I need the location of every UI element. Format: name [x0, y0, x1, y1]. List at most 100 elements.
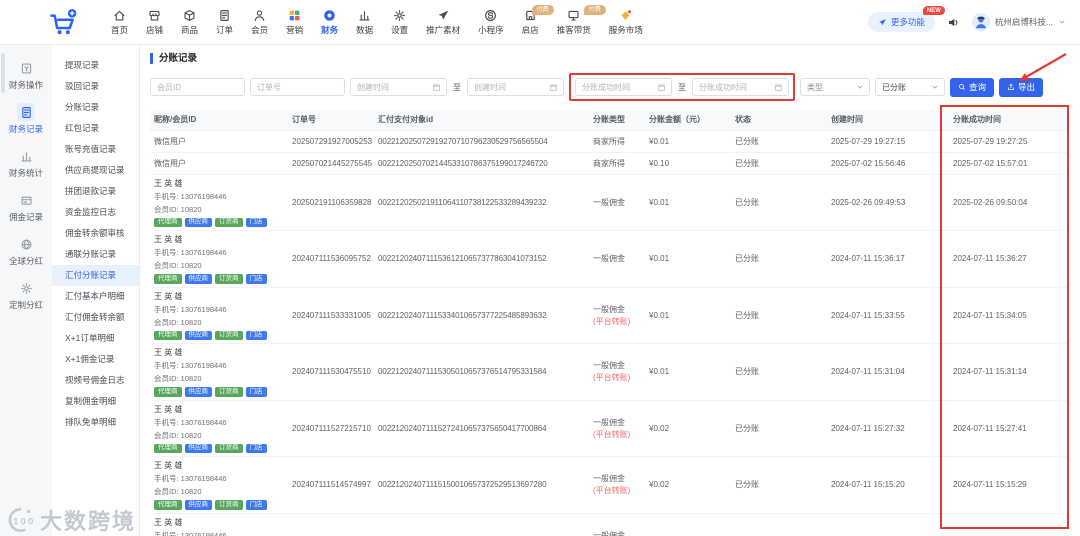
market-icon [619, 9, 632, 22]
member-info: 王 英 雄 手机号: 13076198446 会员ID: 10820 代理商供应… [154, 404, 284, 453]
member-badges: 代理商 供应商 订货商 门店 [154, 330, 284, 340]
member-role-badge: 代理商 [154, 330, 182, 340]
status-select[interactable]: 已分账 [875, 78, 945, 96]
more-features-button[interactable]: 更多功能 NEW [867, 6, 945, 32]
submenu-item[interactable]: 通联分账记录 [52, 244, 139, 265]
order-no-cell: 202407111530475510 [288, 343, 374, 401]
nav-item-market[interactable]: 服务市场 [600, 9, 652, 36]
table-row[interactable]: 王 英 雄 手机号: 13076198446 会员ID: 10820 代理商供应… [150, 513, 1069, 536]
member-id: 会员ID: 10820 [154, 487, 202, 496]
success-time-cell: 2024-07-11 15:15:29 [949, 456, 1069, 514]
member-role-badge: 订货商 [215, 443, 243, 453]
submenu-item[interactable]: 视频号佣金日志 [52, 370, 139, 391]
table-row[interactable]: 王 英 雄 手机号: 13076198446 会员ID: 10820 代理商供应… [150, 400, 1069, 457]
amount-cell: ¥0.02 [645, 456, 731, 514]
nav-item-home[interactable]: 首页 [102, 9, 137, 36]
col-nickname: 昵称/会员ID [150, 110, 288, 131]
success-time-end-picker[interactable]: 分账成功时间 [692, 78, 789, 96]
submenu-item[interactable]: 排队免单明细 [52, 412, 139, 433]
table-row[interactable]: 王 英 雄 手机号: 13076198446 会员ID: 10820 代理商供应… [150, 230, 1069, 288]
submenu-item[interactable]: 资金监控日志 [52, 202, 139, 223]
nav-item-tuike[interactable]: 推客带货 付费 [548, 4, 606, 36]
top-bar: 首页 店铺 商品 订单 会员 营销 财务 数据 设置 推广素材 小程序 启店 付… [0, 0, 1080, 45]
submenu-item[interactable]: 拼团退款记录 [52, 181, 139, 202]
sidebar-group-finance-ops[interactable]: 财务操作 [0, 59, 52, 91]
sidebar-group-commission[interactable]: 佣金记录 [0, 191, 52, 223]
sidebar-group-custom-bonus[interactable]: 定制分红 [0, 279, 52, 311]
member-role-badge: 代理商 [154, 217, 182, 227]
nav-item-miniapp[interactable]: 小程序 [469, 9, 513, 36]
col-amount: 分账金额（元） [645, 110, 731, 131]
nav-item-goods[interactable]: 商品 [172, 9, 207, 36]
pay-id-cell: 002212025021911064110738122533289439232 [374, 174, 589, 231]
submenu-item[interactable]: X+1佣金记录 [52, 349, 139, 370]
nav-item-settings[interactable]: 设置 [382, 9, 417, 36]
sidebar-group-global-bonus[interactable]: 全球分红 [0, 235, 52, 267]
table-row[interactable]: 王 英 雄 手机号: 13076198446 会员ID: 10820 代理商供应… [150, 174, 1069, 231]
nav-item-openshop[interactable]: 启店 付费 [513, 4, 554, 36]
table-row[interactable]: 王 英 雄 手机号: 13076198446 会员ID: 10820 代理商供应… [150, 287, 1069, 344]
amount-cell: ¥0.02 [645, 513, 731, 536]
submenu-item[interactable]: 汇付分账记录 [52, 265, 139, 286]
nav-item-member[interactable]: 会员 [242, 9, 277, 36]
amount-cell: ¥0.01 [645, 343, 731, 401]
col-pay-id: 汇付支付对象id [374, 110, 589, 131]
search-button[interactable]: 查询 [950, 77, 995, 97]
table-header-row: 昵称/会员ID 订单号 汇付支付对象id 分账类型 分账金额（元） 状态 创建时… [150, 110, 1069, 131]
submenu-item[interactable]: 汇付佣金转余额 [52, 307, 139, 328]
submenu-item[interactable]: 分账记录 [52, 97, 139, 118]
member-role-badge: 门店 [245, 387, 267, 397]
sidebar-group-finance-records[interactable]: 财务记录 [0, 103, 52, 135]
submenu-item[interactable]: 汇付基本户明细 [52, 286, 139, 307]
table-row[interactable]: 微信用户 202507291927005253 0022120250729192… [150, 130, 1069, 153]
submenu-item[interactable]: 供应商提现记录 [52, 160, 139, 181]
table-row[interactable]: 王 英 雄 手机号: 13076198446 会员ID: 10820 代理商供应… [150, 343, 1069, 401]
nav-item-promo[interactable]: 推广素材 [417, 9, 469, 36]
submenu-item[interactable]: 驳回记录 [52, 76, 139, 97]
member-info: 王 英 雄 手机号: 13076198446 会员ID: 10820 代理商供应… [154, 234, 284, 284]
order-no-cell: 202507021445275545 [288, 152, 374, 175]
split-type-note: (平台转账) [593, 373, 631, 383]
member-info: 王 英 雄 手机号: 13076198446 会员ID: 10820 代理商供应… [154, 291, 284, 340]
submenu-item[interactable]: 佣金转余额审核 [52, 223, 139, 244]
order-no-input[interactable] [250, 78, 345, 96]
submenu-item[interactable]: 红包记录 [52, 118, 139, 139]
export-button[interactable]: 导出 [999, 77, 1044, 97]
finance-stats-icon [17, 147, 35, 165]
submenu-item[interactable]: 账号充值记录 [52, 139, 139, 160]
success-time-cell: 2024-07-11 15:34:05 [949, 287, 1069, 344]
nav-item-order[interactable]: 订单 [207, 9, 242, 36]
member-name: 王 英 雄 [154, 235, 183, 244]
status-cell: 已分账 [731, 287, 827, 344]
scrollbar-thumb[interactable] [1, 53, 5, 93]
nav-item-marketing[interactable]: 营销 [277, 9, 312, 36]
tuike-icon [567, 9, 580, 22]
pay-id-cell: 002212024071115361210657377863041073152 [374, 230, 589, 288]
create-time-start-picker[interactable]: 创建时间 [350, 78, 447, 96]
amount-cell: ¥0.01 [645, 130, 731, 153]
type-select[interactable]: 类型 [800, 78, 870, 96]
account-menu[interactable]: 杭州启博科技... [971, 13, 1066, 31]
success-time-start-picker[interactable]: 分账成功时间 [575, 78, 672, 96]
calendar-icon [432, 83, 441, 92]
table-row[interactable]: 微信用户 202507021445275545 0022120250702144… [150, 152, 1069, 175]
nav-item-finance[interactable]: 财务 [312, 9, 347, 36]
table-row[interactable]: 王 英 雄 手机号: 13076198446 会员ID: 10820 代理商供应… [150, 456, 1069, 514]
speaker-icon[interactable] [947, 16, 960, 29]
submenu-item[interactable]: 提现记录 [52, 55, 139, 76]
sidebar-group-finance-stats[interactable]: 财务统计 [0, 147, 52, 179]
avatar [971, 13, 990, 31]
member-id-input[interactable] [150, 78, 245, 96]
submenu-item[interactable]: 复制佣金明细 [52, 391, 139, 412]
success-time-cell: 2025-07-02 15:57:01 [949, 152, 1069, 175]
member-icon [253, 9, 266, 22]
create-time-end-picker[interactable]: 创建时间 [467, 78, 564, 96]
member-info: 王 英 雄 手机号: 13076198446 会员ID: 10820 代理商供应… [154, 178, 284, 227]
order-no-cell: 202407111441534997 [288, 513, 374, 536]
submenu-item[interactable]: X+1订单明细 [52, 328, 139, 349]
nav-item-shop[interactable]: 店铺 [137, 9, 172, 36]
member-role-badge: 订货商 [215, 330, 243, 340]
cart-logo-icon[interactable] [46, 8, 80, 36]
nav-item-data[interactable]: 数据 [347, 9, 382, 36]
member-role-badge: 门店 [245, 443, 267, 453]
